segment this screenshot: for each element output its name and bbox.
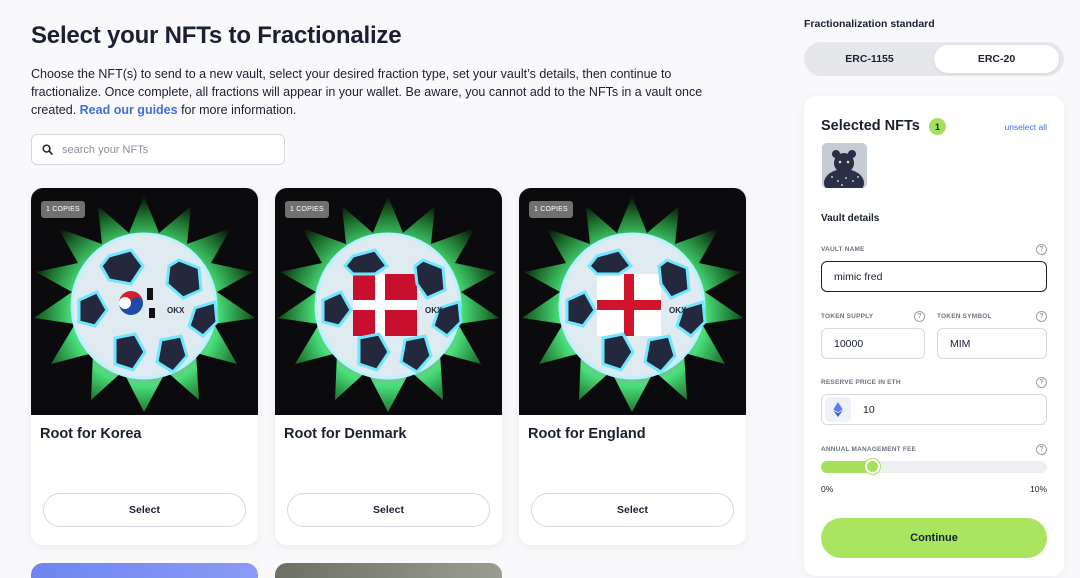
nft-image-korea: OKX 1 COPIES [31, 188, 258, 415]
nft-image-denmark: OKX 1 COPIES [275, 188, 502, 415]
reserve-price-field[interactable]: 10 [821, 394, 1047, 425]
read-guides-link[interactable]: Read our guides [80, 103, 178, 117]
standard-toggle[interactable]: ERC-1155 ERC-20 [804, 42, 1064, 76]
select-nft-button[interactable]: Select [43, 493, 246, 527]
help-icon[interactable]: ? [1036, 311, 1047, 322]
copies-badge: 1 COPIES [529, 201, 573, 218]
nft-card[interactable]: OKX 1 COPIES Root for Korea Select [31, 188, 258, 545]
fee-max-label: 10% [1029, 484, 1047, 494]
vault-name-label: VAULT NAME [821, 246, 865, 253]
erc20-option[interactable]: ERC-20 [934, 45, 1059, 73]
copies-badge: 1 COPIES [285, 201, 329, 218]
svg-text:OKX: OKX [669, 306, 687, 315]
slider-handle[interactable] [865, 459, 881, 474]
nft-name: Root for Denmark [284, 426, 407, 442]
fee-min-label: 0% [821, 484, 834, 494]
token-supply-label: TOKEN SUPPLY [821, 313, 874, 320]
standard-label: Fractionalization standard [804, 18, 935, 30]
page-title: Select your NFTs to Fractionalize [31, 22, 402, 49]
select-nft-button[interactable]: Select [531, 493, 734, 527]
search-icon [42, 144, 53, 155]
help-icon[interactable]: ? [1036, 444, 1047, 455]
selected-nft-thumbnail[interactable] [822, 143, 867, 188]
management-fee-label: ANNUAL MANAGEMENT FEE [821, 446, 917, 453]
page-description: Choose the NFT(s) to send to a new vault… [31, 65, 721, 119]
search-box[interactable] [31, 134, 285, 165]
nft-card-partial[interactable] [275, 563, 502, 578]
selected-count-badge: 1 [929, 118, 946, 135]
token-supply-field[interactable]: 10000 [821, 328, 925, 359]
nft-card[interactable]: OKX 1 COPIES Root for Denmark Select [275, 188, 502, 545]
erc1155-option[interactable]: ERC-1155 [807, 45, 932, 73]
nft-name: Root for England [528, 426, 646, 442]
nft-card[interactable]: OKX 1 COPIES Root for England Select [519, 188, 746, 545]
select-nft-button[interactable]: Select [287, 493, 490, 527]
nft-selection-area: Select your NFTs to Fractionalize Choose… [31, 0, 751, 578]
reserve-price-value: 10 [863, 403, 875, 416]
help-icon[interactable]: ? [914, 311, 925, 322]
management-fee-slider[interactable] [821, 459, 1047, 474]
svg-text:OKX: OKX [167, 306, 185, 315]
svg-text:OKX: OKX [425, 306, 443, 315]
description-tail: for more information. [181, 103, 297, 117]
vault-details-heading: Vault details [821, 213, 880, 224]
nft-name: Root for Korea [40, 426, 142, 442]
selected-nfts-panel: Selected NFTs 1 unselect all Vault detai… [804, 96, 1064, 576]
selected-nfts-title: Selected NFTs [821, 118, 920, 134]
ethereum-icon [825, 397, 851, 422]
reserve-price-label: RESERVE PRICE IN ETH [821, 379, 901, 386]
continue-button[interactable]: Continue [821, 518, 1047, 558]
nft-card-partial[interactable] [31, 563, 258, 578]
search-input[interactable] [62, 143, 262, 156]
token-symbol-field[interactable]: MIM [937, 328, 1047, 359]
copies-badge: 1 COPIES [41, 201, 85, 218]
help-icon[interactable]: ? [1036, 244, 1047, 255]
vault-name-field[interactable]: mimic fred [821, 261, 1047, 292]
help-icon[interactable]: ? [1036, 377, 1047, 388]
nft-image-england: OKX 1 COPIES [519, 188, 746, 415]
token-symbol-label: TOKEN SYMBOL [937, 313, 992, 320]
unselect-all-link[interactable]: unselect all [1004, 122, 1047, 132]
